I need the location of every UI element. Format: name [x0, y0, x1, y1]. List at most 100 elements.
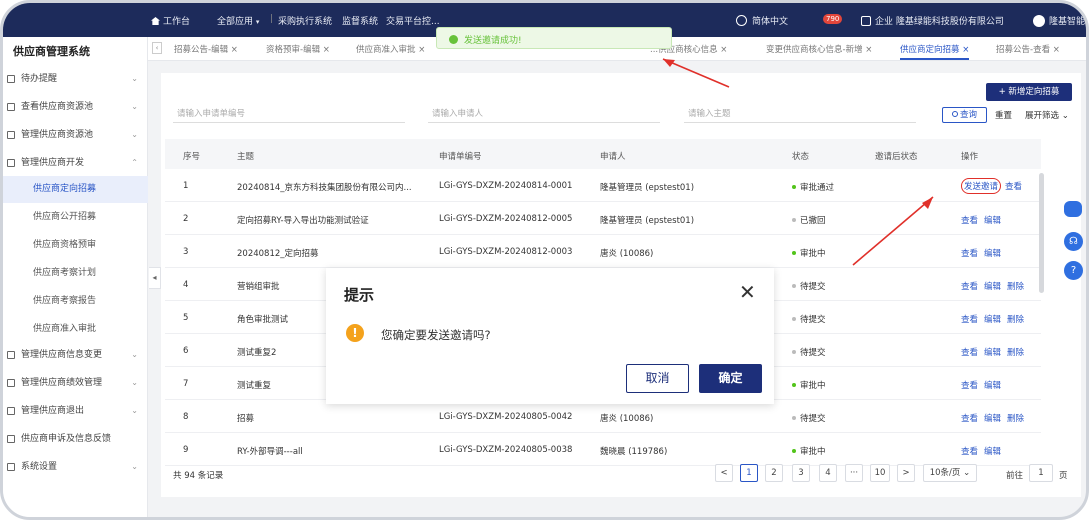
view-link[interactable]: 查看	[961, 216, 978, 226]
tab-core-info-add[interactable]: 变更供应商核心信息-新增 ×	[766, 43, 872, 55]
cancel-button[interactable]: 取消	[626, 364, 689, 393]
page-size-select[interactable]: 10条/页 ⌄	[923, 464, 977, 482]
cell-subject: 定向招募RY-导入导出功能测试验证	[237, 216, 369, 226]
sidebar-collapse-button[interactable]: ◂	[149, 267, 161, 289]
view-link[interactable]: 查看	[961, 381, 978, 391]
tab-admission[interactable]: 供应商准入审批 ×	[356, 43, 425, 55]
menu-supervision[interactable]: 监督系统	[342, 14, 378, 27]
view-link[interactable]: 查看	[961, 414, 978, 424]
edit-link[interactable]: 编辑	[984, 315, 1001, 325]
edit-link[interactable]: 编辑	[984, 348, 1001, 358]
expand-filter-button[interactable]: 展开筛选 ⌄	[1025, 109, 1069, 121]
tabs-scroll-left[interactable]: ‹	[152, 42, 162, 54]
status-dot-icon	[792, 185, 796, 189]
table-row: 2 定向招募RY-导入导出功能测试验证 LGi-GYS-DXZM-20240812-…	[165, 202, 1041, 235]
tab-recruit-notice-edit[interactable]: 招募公告-编辑 ×	[174, 43, 238, 55]
notification-button[interactable]: 790	[823, 14, 843, 24]
code-filter-input[interactable]: 请输入申请单编号	[173, 107, 405, 123]
sidebar-item-exit[interactable]: 管理供应商退出 ⌄	[3, 399, 148, 423]
page-4[interactable]: 4	[819, 464, 837, 482]
table-scrollbar[interactable]	[1039, 173, 1044, 293]
sidebar-sub-public-recruit[interactable]: 供应商公开招募	[3, 204, 148, 231]
goto-page-input[interactable]: 1	[1029, 464, 1053, 482]
cell-status: 审批中	[792, 247, 826, 259]
query-button[interactable]: 查询	[942, 107, 987, 123]
view-link[interactable]: 查看	[961, 249, 978, 259]
add-directed-recruit-button[interactable]: + 新增定向招募	[986, 83, 1072, 101]
status-dot-icon	[792, 317, 796, 321]
page-3[interactable]: 3	[792, 464, 810, 482]
sidebar-sub-admission[interactable]: 供应商准入审批	[3, 316, 148, 343]
delete-link[interactable]: 删除	[1007, 414, 1024, 424]
page-10[interactable]: 10	[870, 464, 890, 482]
edit-link[interactable]: 编辑	[984, 282, 1001, 292]
user-menu[interactable]: 隆基智能	[1033, 14, 1085, 27]
sidebar-item-settings[interactable]: 系统设置 ⌄	[3, 455, 148, 479]
cell-ops: 查看 编辑 删除	[961, 412, 1030, 424]
cell-no: 1	[183, 181, 189, 191]
applicant-filter-input[interactable]: 请输入申请人	[428, 107, 660, 123]
view-link[interactable]: 查看	[961, 447, 978, 457]
sidebar-item-manage-pool[interactable]: 管理供应商资源池 ⌄	[3, 123, 148, 147]
view-link[interactable]: 查看	[1005, 182, 1022, 192]
assistant-robot-icon[interactable]	[1064, 201, 1082, 217]
delete-link[interactable]: 删除	[1007, 348, 1024, 358]
tab-directed-recruit[interactable]: 供应商定向招募 ×	[900, 43, 970, 60]
menu-procurement[interactable]: 采购执行系统	[278, 14, 332, 27]
table-row: 8 招募 LGi-GYS-DXZM-20240805-0042 唐炎 (10086) 待…	[165, 400, 1041, 433]
home-icon	[151, 17, 160, 25]
sidebar-item-performance[interactable]: 管理供应商绩效管理 ⌄	[3, 371, 148, 395]
sidebar-item-dev[interactable]: 管理供应商开发 ⌃	[3, 151, 148, 175]
org-switch[interactable]: 企业 隆基绿能科技股份有限公司	[861, 14, 1004, 27]
cell-applicant: 唐炎 (10086)	[600, 249, 654, 259]
edit-link[interactable]: 编辑	[984, 447, 1001, 457]
view-link[interactable]: 查看	[961, 348, 978, 358]
cell-subject: 角色审批测试	[237, 315, 289, 325]
col-status: 状态	[792, 152, 810, 162]
help-icon[interactable]: ?	[1064, 261, 1083, 280]
edit-link[interactable]: 编辑	[984, 381, 1001, 391]
cell-code: LGi-GYS-DXZM-20240805-0038	[439, 445, 573, 455]
view-link[interactable]: 查看	[961, 282, 978, 292]
page-1[interactable]: 1	[740, 464, 758, 482]
cell-ops: 查看 编辑 删除	[961, 280, 1030, 292]
col-ops: 操作	[961, 152, 979, 162]
sidebar-sub-directed-recruit[interactable]: 供应商定向招募	[3, 176, 148, 203]
close-icon[interactable]: ✕	[739, 282, 756, 302]
tab-prequal-edit[interactable]: 资格预审-编辑 ×	[266, 43, 330, 55]
workspace-link[interactable]: 工作台	[151, 14, 190, 27]
sidebar-item-todo[interactable]: 待办提醒 ⌄	[3, 67, 148, 91]
sidebar-sub-inspection-plan[interactable]: 供应商考察计划	[3, 260, 148, 287]
language-switch[interactable]: 简体中文	[736, 14, 788, 27]
status-text: 审批中	[800, 447, 826, 457]
page-suffix: 页	[1059, 471, 1068, 481]
page-2[interactable]: 2	[765, 464, 783, 482]
edit-link[interactable]: 编辑	[984, 249, 1001, 259]
all-apps-menu[interactable]: 全部应用 ▾	[217, 14, 259, 27]
cell-ops: 查看 编辑	[961, 445, 1007, 457]
status-text: 审批通过	[800, 183, 835, 193]
sidebar-sub-prequal[interactable]: 供应商资格预审	[3, 232, 148, 259]
edit-link[interactable]: 编辑	[984, 216, 1001, 226]
edit-link[interactable]: 编辑	[984, 414, 1001, 424]
delete-link[interactable]: 删除	[1007, 282, 1024, 292]
sidebar-sub-inspection-report[interactable]: 供应商考察报告	[3, 288, 148, 315]
send-invite-link[interactable]: 发送邀请	[961, 178, 1002, 194]
menu-trading[interactable]: 交易平台控...	[386, 14, 440, 27]
view-link[interactable]: 查看	[961, 315, 978, 325]
sidebar-item-info-change[interactable]: 管理供应商信息变更 ⌄	[3, 343, 148, 367]
chevron-down-icon: ⌄	[131, 350, 138, 359]
col-after-status: 邀请后状态	[875, 152, 918, 162]
headset-icon[interactable]: ☊	[1064, 232, 1083, 251]
prev-page-button[interactable]: <	[715, 464, 733, 482]
tab-recruit-notice-view[interactable]: 招募公告-查看 ×	[996, 43, 1060, 55]
confirm-button[interactable]: 确定	[699, 364, 762, 393]
subject-filter-input[interactable]: 请输入主题	[684, 107, 916, 123]
reset-button[interactable]: 重置	[995, 109, 1012, 121]
page-ellipsis[interactable]: ···	[845, 464, 863, 482]
next-page-button[interactable]: >	[897, 464, 915, 482]
cell-subject: 测试重复2	[237, 348, 277, 358]
sidebar-item-appeal[interactable]: 供应商申诉及信息反馈	[3, 427, 148, 451]
delete-link[interactable]: 删除	[1007, 315, 1024, 325]
sidebar-item-view-pool[interactable]: 查看供应商资源池 ⌄	[3, 95, 148, 119]
